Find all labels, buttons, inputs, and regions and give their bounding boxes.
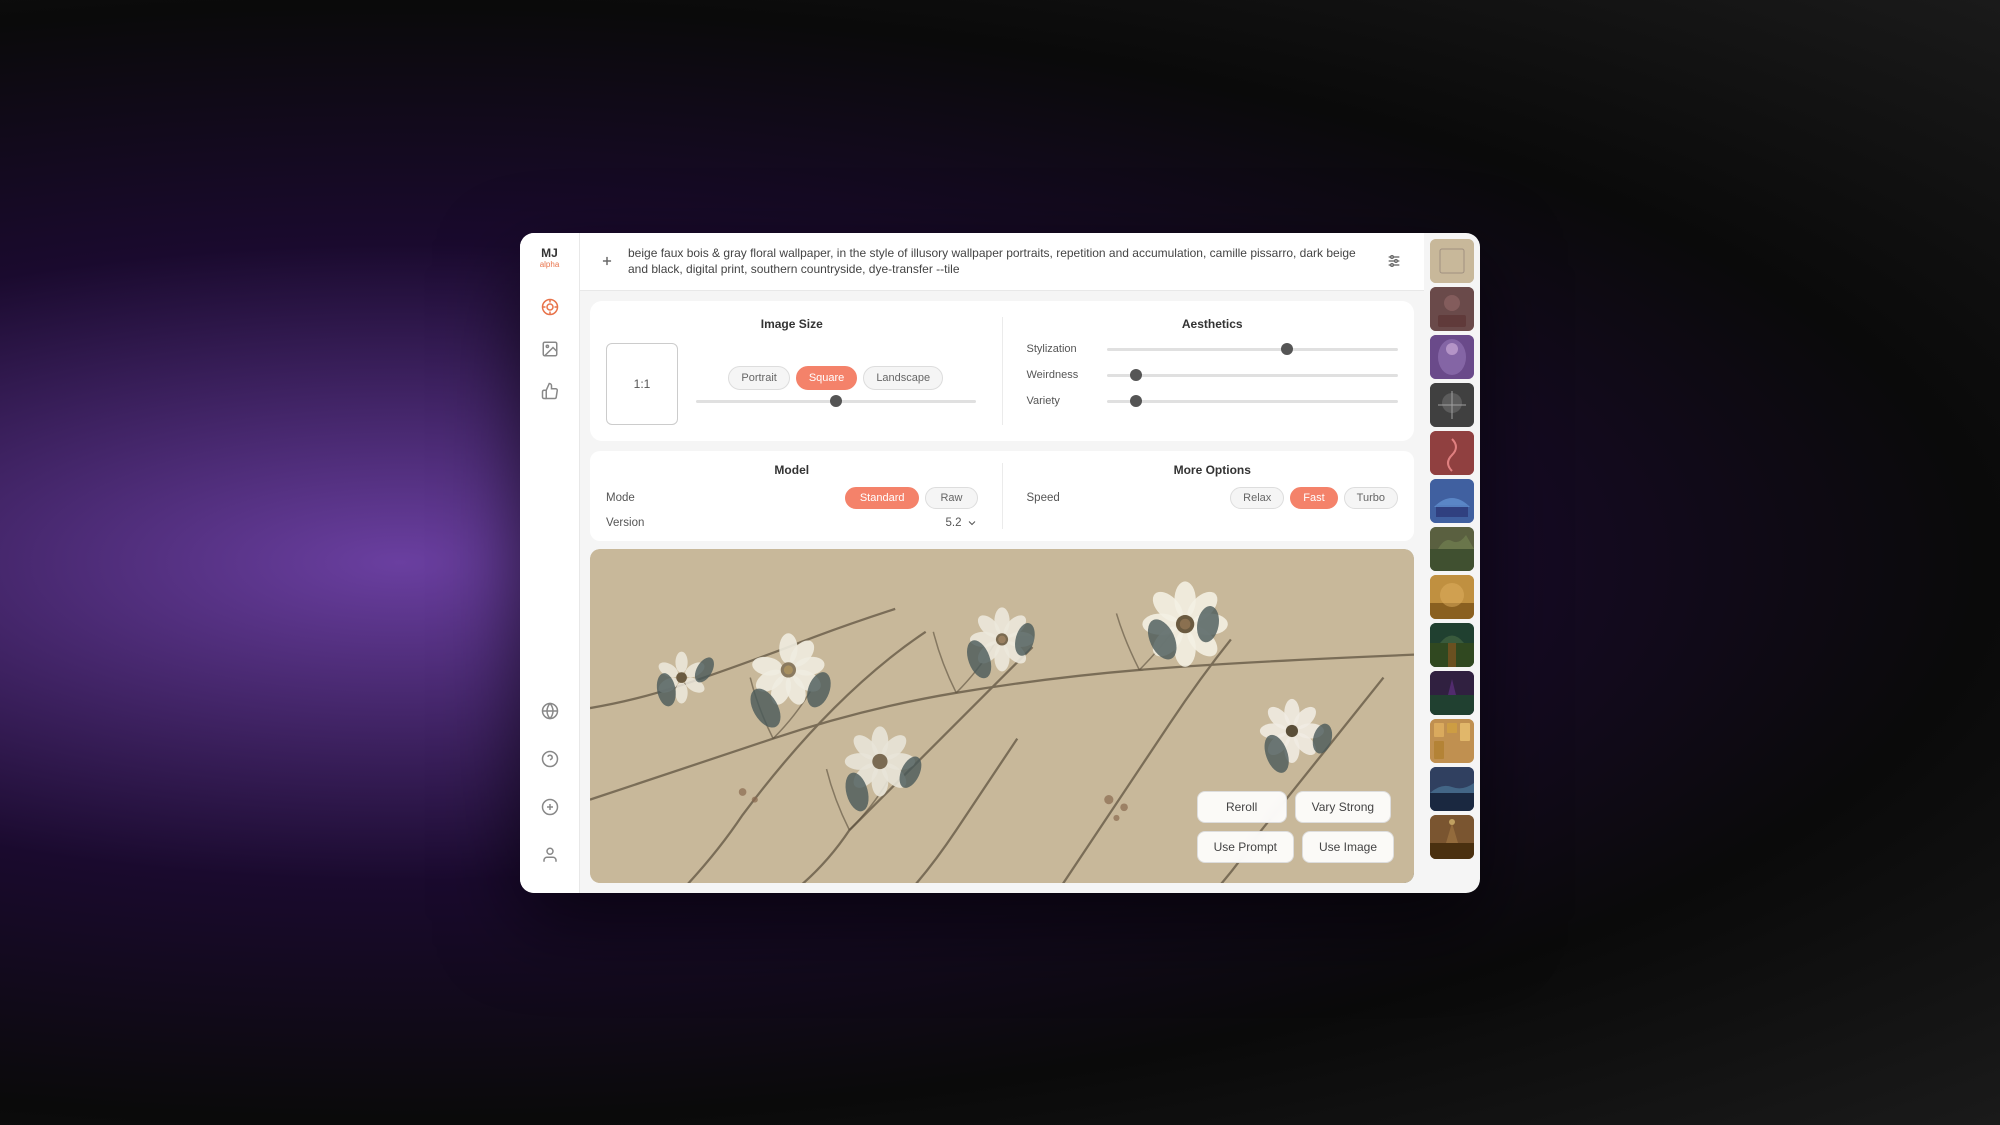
orientation-buttons: Portrait Square Landscape xyxy=(694,366,978,390)
thumbnail-6[interactable] xyxy=(1430,479,1474,523)
speed-label: Speed xyxy=(1027,492,1060,504)
sidebar-item-image[interactable] xyxy=(532,331,568,367)
model-options-panel: Model Mode Standard Raw Version 5.2 xyxy=(590,451,1414,541)
sidebar-sparkle[interactable] xyxy=(532,789,568,825)
settings-divider-1 xyxy=(1002,317,1003,425)
sidebar: MJ alpha xyxy=(520,233,580,893)
thumbnail-7[interactable] xyxy=(1430,527,1474,571)
sidebar-help[interactable] xyxy=(532,741,568,777)
relax-button[interactable]: Relax xyxy=(1230,487,1284,509)
variety-label: Variety xyxy=(1027,395,1097,407)
use-prompt-button[interactable]: Use Prompt xyxy=(1197,831,1294,863)
landscape-button[interactable]: Landscape xyxy=(863,366,943,390)
weirdness-label: Weirdness xyxy=(1027,369,1097,381)
use-image-button[interactable]: Use Image xyxy=(1302,831,1394,863)
size-slider-thumb[interactable] xyxy=(830,395,842,407)
weirdness-row: Weirdness xyxy=(1027,369,1399,381)
sidebar-item-likes[interactable] xyxy=(532,373,568,409)
weirdness-slider[interactable] xyxy=(1107,374,1399,377)
main-content: beige faux bois & gray floral wallpaper,… xyxy=(580,233,1424,893)
aspect-ratio-preview: 1:1 xyxy=(606,343,678,425)
size-slider-track[interactable] xyxy=(696,400,976,403)
version-value: 5.2 xyxy=(946,517,962,529)
raw-button[interactable]: Raw xyxy=(925,487,977,509)
size-slider-container xyxy=(694,400,978,403)
mode-buttons: Standard Raw xyxy=(845,487,978,509)
image-size-content: 1:1 Portrait Square Landscape xyxy=(606,343,978,425)
more-options-title: More Options xyxy=(1027,463,1399,477)
thumbnail-3[interactable] xyxy=(1430,335,1474,379)
variety-row: Variety xyxy=(1027,395,1399,407)
variety-thumb[interactable] xyxy=(1130,395,1142,407)
variety-slider[interactable] xyxy=(1107,400,1399,403)
stylization-label: Stylization xyxy=(1027,343,1097,355)
thumbnail-5[interactable] xyxy=(1430,431,1474,475)
thumbnail-2[interactable] xyxy=(1430,287,1474,331)
thumbnail-9[interactable] xyxy=(1430,623,1474,667)
action-buttons: Reroll Vary Strong Use Prompt Use Image xyxy=(1197,791,1394,863)
version-label: Version xyxy=(606,517,644,529)
right-panel xyxy=(1424,233,1480,893)
image-preview: Reroll Vary Strong Use Prompt Use Image xyxy=(590,549,1414,882)
stylization-thumb[interactable] xyxy=(1281,343,1293,355)
version-select[interactable]: 5.2 xyxy=(946,517,978,529)
mode-row: Mode Standard Raw xyxy=(606,487,978,509)
speed-row: Speed Relax Fast Turbo xyxy=(1027,487,1399,509)
logo-mj: MJ xyxy=(540,247,560,260)
thumbnail-12[interactable] xyxy=(1430,767,1474,811)
thumbnail-10[interactable] xyxy=(1430,671,1474,715)
settings-divider-2 xyxy=(1002,463,1003,529)
thumbnail-8[interactable] xyxy=(1430,575,1474,619)
prompt-settings-button[interactable] xyxy=(1380,247,1408,275)
thumbnail-11[interactable] xyxy=(1430,719,1474,763)
vary-strong-button[interactable]: Vary Strong xyxy=(1295,791,1391,823)
weirdness-thumb[interactable] xyxy=(1130,369,1142,381)
aesthetics-section: Aesthetics Stylization Weirdness xyxy=(1027,317,1399,425)
logo-alpha: alpha xyxy=(540,260,560,269)
speed-buttons: Relax Fast Turbo xyxy=(1230,487,1398,509)
action-row-2: Use Prompt Use Image xyxy=(1197,831,1394,863)
model-title: Model xyxy=(606,463,978,477)
version-row: Version 5.2 xyxy=(606,517,978,529)
standard-button[interactable]: Standard xyxy=(845,487,920,509)
aspect-ratio-label: 1:1 xyxy=(634,377,651,391)
thumbnail-1[interactable] xyxy=(1430,239,1474,283)
image-size-title: Image Size xyxy=(606,317,978,331)
bottom-section: Reroll Vary Strong Use Prompt Use Image xyxy=(580,549,1424,892)
prompt-bar: beige faux bois & gray floral wallpaper,… xyxy=(580,233,1424,292)
portrait-button[interactable]: Portrait xyxy=(728,366,789,390)
stylization-row: Stylization xyxy=(1027,343,1399,355)
aesthetics-title: Aesthetics xyxy=(1027,317,1399,331)
fast-button[interactable]: Fast xyxy=(1290,487,1337,509)
reroll-button[interactable]: Reroll xyxy=(1197,791,1287,823)
settings-panel: Image Size 1:1 Portrait Square Landscape xyxy=(590,301,1414,441)
app-window: MJ alpha xyxy=(520,233,1480,893)
prompt-text[interactable]: beige faux bois & gray floral wallpaper,… xyxy=(628,245,1370,279)
sidebar-profile[interactable] xyxy=(532,837,568,873)
thumbnail-4[interactable] xyxy=(1430,383,1474,427)
square-button[interactable]: Square xyxy=(796,366,857,390)
sidebar-globe[interactable] xyxy=(532,693,568,729)
sidebar-logo: MJ alpha xyxy=(540,247,560,269)
action-row-1: Reroll Vary Strong xyxy=(1197,791,1394,823)
model-section: Model Mode Standard Raw Version 5.2 xyxy=(606,463,978,529)
size-controls: Portrait Square Landscape xyxy=(694,366,978,403)
prompt-add-button[interactable] xyxy=(596,250,618,272)
stylization-slider[interactable] xyxy=(1107,348,1399,351)
mode-label: Mode xyxy=(606,492,635,504)
turbo-button[interactable]: Turbo xyxy=(1344,487,1398,509)
thumbnail-13[interactable] xyxy=(1430,815,1474,859)
image-size-section: Image Size 1:1 Portrait Square Landscape xyxy=(606,317,978,425)
sidebar-bottom xyxy=(532,693,568,879)
more-options-section: More Options Speed Relax Fast Turbo xyxy=(1027,463,1399,529)
sidebar-item-target[interactable] xyxy=(532,289,568,325)
